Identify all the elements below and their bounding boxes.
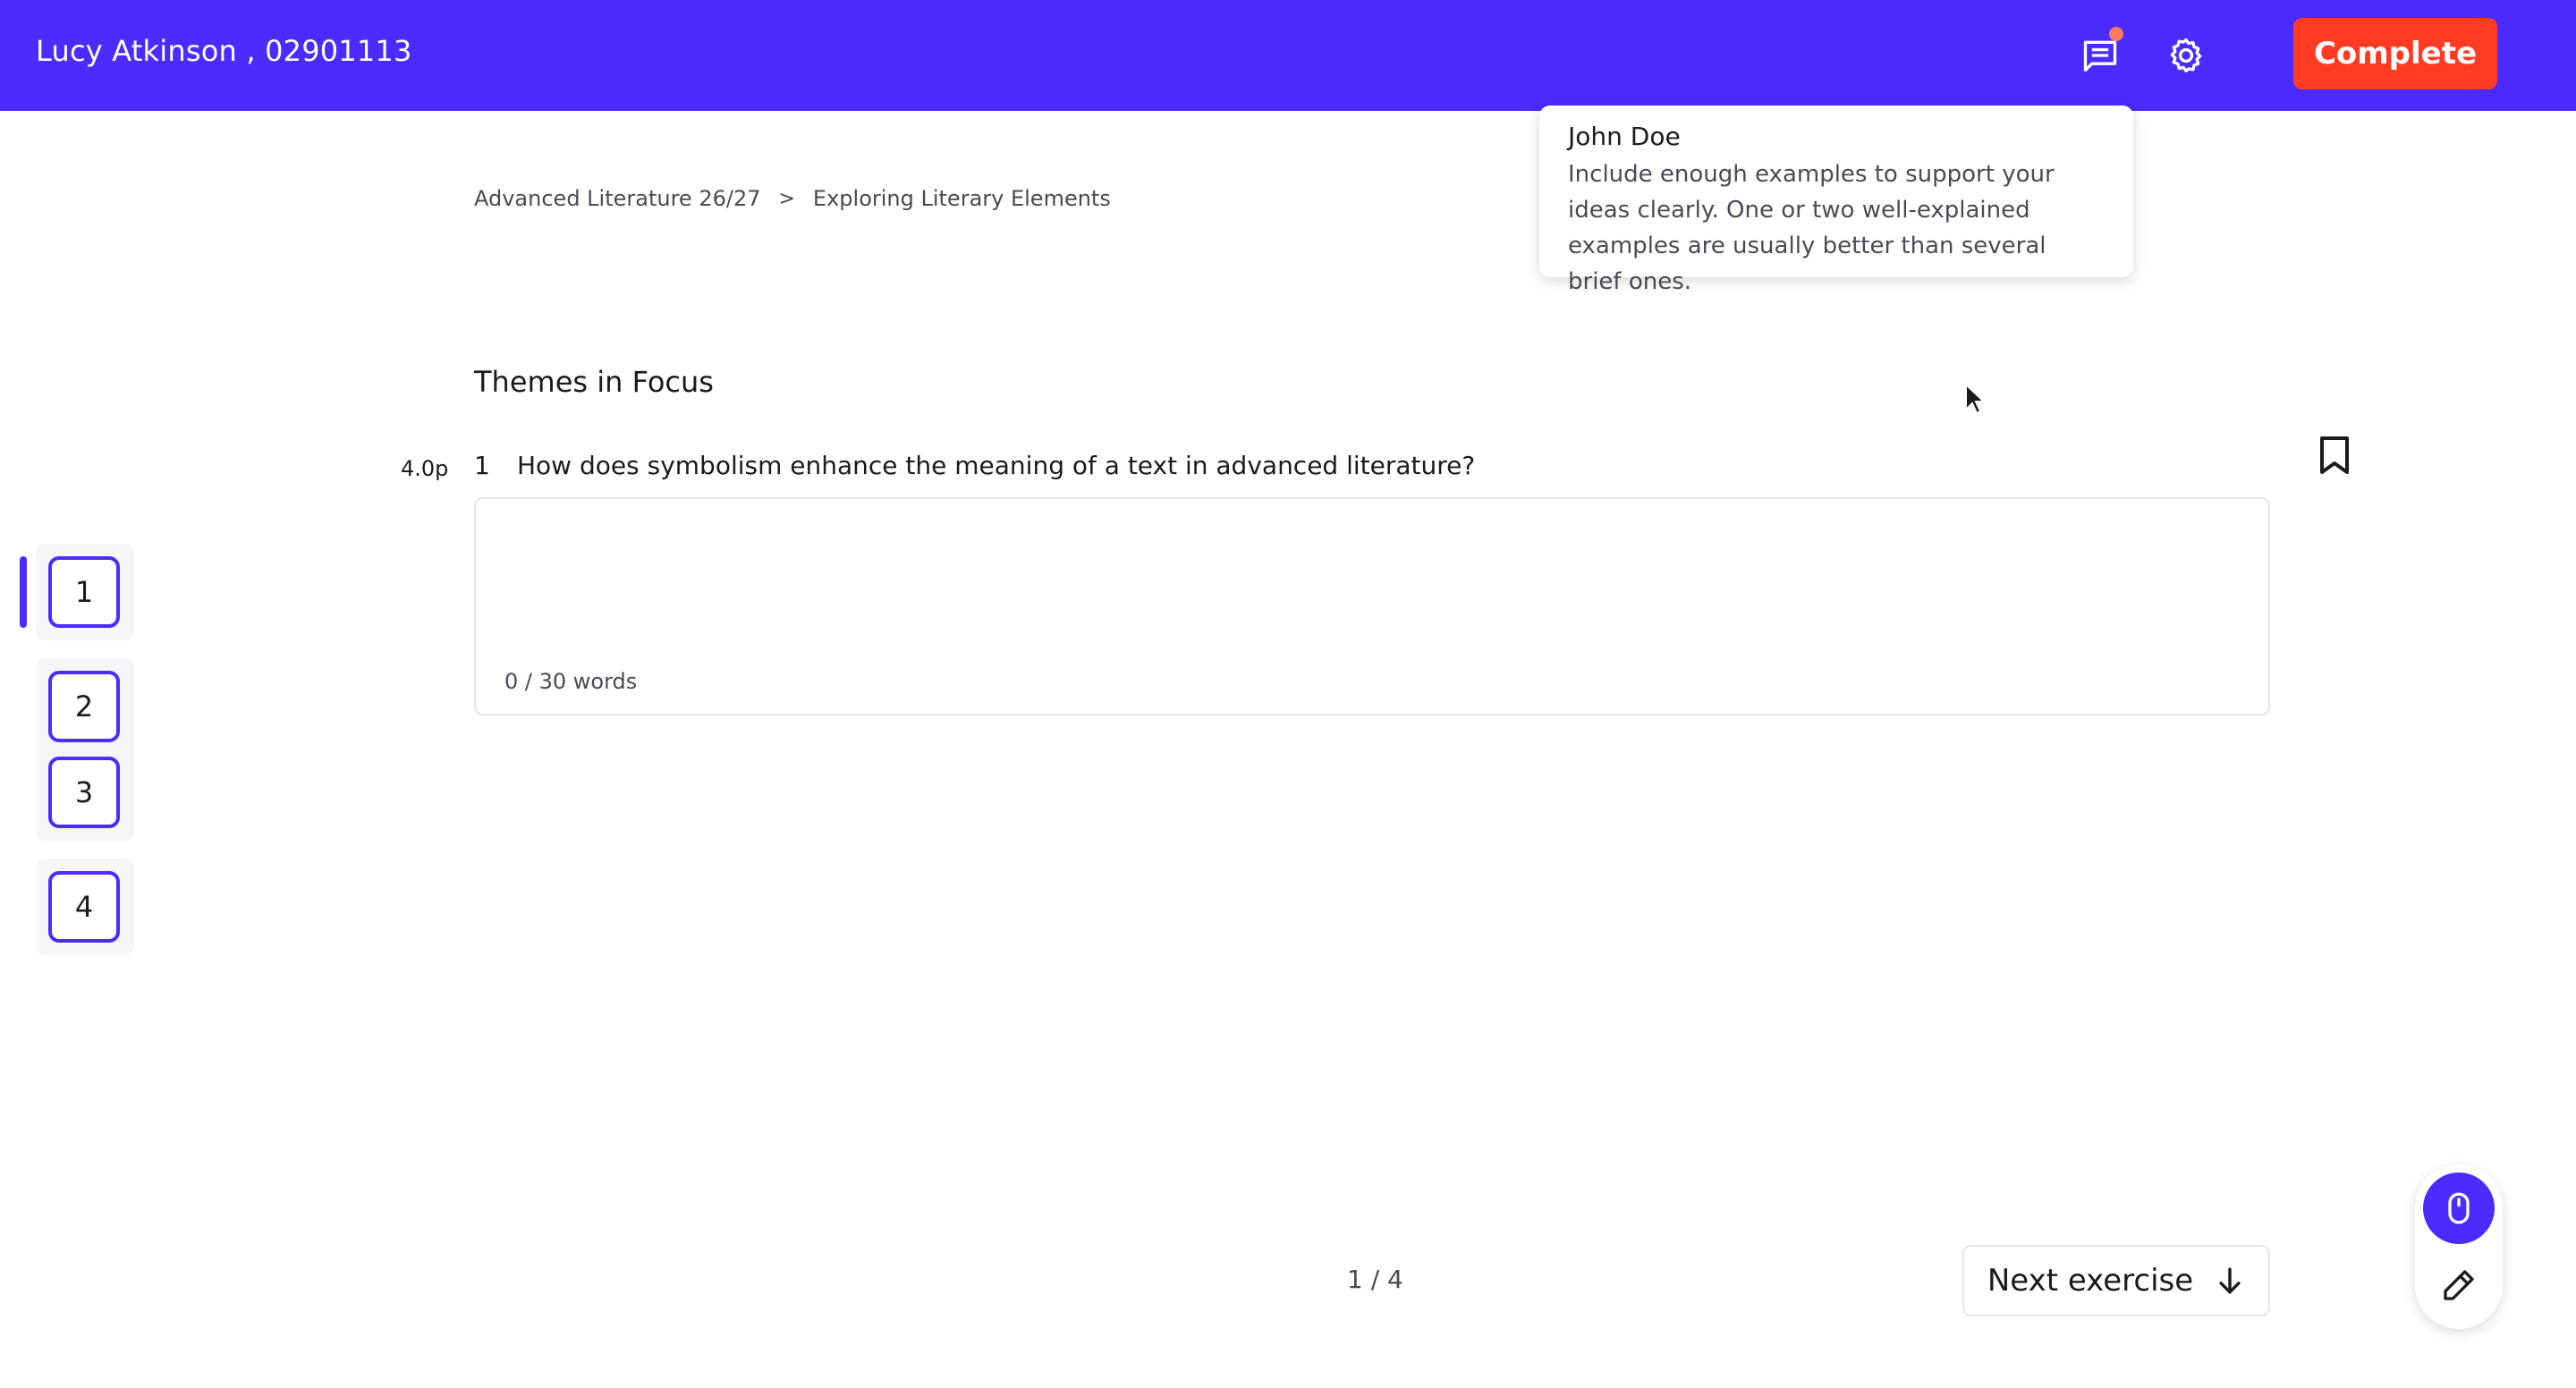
nav-question-3[interactable]: 3 — [48, 757, 120, 828]
mouse-cursor-icon — [1965, 383, 1986, 415]
section-title: Themes in Focus — [474, 365, 714, 399]
breadcrumb-course[interactable]: Advanced Literature 26/27 — [474, 186, 760, 211]
complete-button[interactable]: Complete — [2293, 18, 2497, 89]
chat-button[interactable] — [2077, 27, 2123, 79]
mouse-tool-button[interactable] — [2423, 1172, 2495, 1244]
pagination: 1 / 4 — [1347, 1265, 1403, 1294]
next-exercise-label: Next exercise — [1987, 1263, 2194, 1299]
tooltip-author: John Doe — [1568, 122, 1681, 151]
mouse-icon — [2448, 1192, 2470, 1224]
question-number: 1 — [474, 451, 490, 480]
tooltip-text: Include enough examples to support your … — [1568, 161, 2055, 295]
question-text: How does symbolism enhance the meaning o… — [517, 451, 1476, 480]
breadcrumb: Advanced Literature 26/27 > Exploring Li… — [474, 186, 1111, 211]
answer-input[interactable]: 0 / 30 words — [474, 497, 2270, 715]
chat-icon — [2083, 40, 2117, 72]
active-indicator — [20, 556, 27, 628]
next-exercise-button[interactable]: Next exercise — [1962, 1245, 2270, 1316]
question-points: 4.0p — [401, 456, 449, 481]
nav-question-1[interactable]: 1 — [48, 556, 120, 628]
word-count: 0 / 30 words — [504, 669, 638, 694]
tool-panel — [2415, 1164, 2503, 1329]
bookmark-button[interactable] — [2317, 435, 2352, 476]
settings-button[interactable] — [2163, 32, 2209, 79]
pen-tool-button[interactable] — [2423, 1249, 2495, 1321]
bookmark-icon — [2320, 436, 2349, 474]
breadcrumb-lesson[interactable]: Exploring Literary Elements — [813, 186, 1111, 211]
gear-icon — [2170, 38, 2202, 73]
chevron-right-icon: > — [778, 187, 795, 210]
top-bar: Lucy Atkinson , 02901113 Complete — [0, 0, 2576, 111]
pen-icon — [2444, 1270, 2474, 1300]
arrow-down-icon — [2219, 1267, 2241, 1294]
notification-dot — [2109, 27, 2123, 41]
nav-question-2[interactable]: 2 — [48, 671, 120, 742]
student-name: Lucy Atkinson , 02901113 — [36, 34, 412, 68]
nav-question-4[interactable]: 4 — [48, 871, 120, 943]
comment-tooltip: John Doe Include enough examples to supp… — [1539, 106, 2133, 295]
